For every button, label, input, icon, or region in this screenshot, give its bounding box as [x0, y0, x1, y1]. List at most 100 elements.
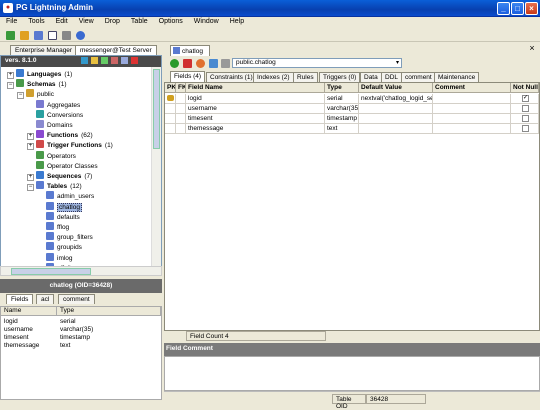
- object-selector[interactable]: public.chatlog ▾: [232, 58, 402, 68]
- tab-data[interactable]: Data: [360, 72, 382, 82]
- tree-item[interactable]: imlog: [37, 252, 73, 263]
- not-null-cell[interactable]: [511, 124, 539, 134]
- menu-window[interactable]: Window: [188, 17, 224, 25]
- minimize-button[interactable]: _: [497, 2, 510, 15]
- tab-constraints[interactable]: Constraints (1): [206, 72, 257, 82]
- pk-cell[interactable]: [165, 124, 176, 134]
- menu-file[interactable]: File: [0, 17, 22, 25]
- document-tab[interactable]: chatlog: [170, 45, 210, 56]
- tab-maintenance[interactable]: Maintenance: [434, 72, 480, 82]
- tree-item[interactable]: + Languages (1): [7, 69, 72, 79]
- close-button[interactable]: ×: [525, 2, 538, 15]
- not-null-checkbox[interactable]: [522, 125, 529, 132]
- tree-item[interactable]: + Trigger Functions (1): [27, 140, 113, 151]
- column-header-name[interactable]: Name: [1, 307, 57, 316]
- close-document-icon[interactable]: ×: [527, 44, 537, 54]
- chevron-down-icon[interactable]: ▾: [396, 59, 399, 67]
- not-null-checkbox[interactable]: [522, 105, 529, 112]
- tree-item[interactable]: Aggregates: [27, 99, 80, 110]
- field-name-cell[interactable]: logid: [186, 94, 325, 104]
- type-cell[interactable]: varchar(35): [325, 104, 359, 114]
- menu-view[interactable]: View: [73, 17, 99, 25]
- run-icon[interactable]: [170, 59, 179, 68]
- tree-item[interactable]: chatlog: [37, 201, 82, 212]
- field-name-cell[interactable]: themessage: [186, 124, 325, 134]
- menu-help[interactable]: Help: [224, 17, 249, 25]
- refresh-icon[interactable]: [81, 57, 88, 64]
- not-null-checkbox[interactable]: [522, 115, 529, 122]
- comment-cell[interactable]: [433, 114, 511, 124]
- tree-item[interactable]: − Tables (12): [27, 181, 82, 192]
- tree-item[interactable]: defaults: [37, 211, 80, 222]
- fk-cell[interactable]: [176, 104, 186, 114]
- tab-comment[interactable]: comment: [58, 294, 95, 304]
- comment-cell[interactable]: [433, 124, 511, 134]
- window-icon[interactable]: [48, 31, 57, 40]
- tab-ddl[interactable]: DDL: [381, 72, 403, 82]
- tree-item[interactable]: − public: [17, 89, 54, 100]
- tree-item[interactable]: + Sequences (7): [27, 171, 92, 181]
- tree-horizontal-scrollbar[interactable]: [0, 266, 162, 276]
- expand-toggle-icon[interactable]: −: [7, 82, 14, 90]
- default-value-cell[interactable]: nextval('chatlog_logid_se: [359, 94, 433, 104]
- tree-item[interactable]: admin_users: [37, 191, 94, 201]
- expand-toggle-icon[interactable]: +: [27, 133, 34, 141]
- field-name-cell[interactable]: username: [186, 104, 325, 114]
- connect-icon[interactable]: [6, 31, 15, 40]
- add-icon[interactable]: [101, 57, 108, 64]
- menu-tools[interactable]: Tools: [22, 17, 49, 25]
- print-icon[interactable]: [221, 59, 230, 68]
- menu-table[interactable]: Table: [125, 17, 153, 25]
- save-icon[interactable]: [209, 59, 218, 68]
- tree-item[interactable]: Domains: [27, 120, 73, 130]
- not-null-cell[interactable]: [511, 114, 539, 124]
- tab-comment[interactable]: comment: [401, 72, 436, 82]
- tab-rules[interactable]: Rules: [293, 72, 318, 82]
- column-header-default-value[interactable]: Default Value: [359, 83, 433, 93]
- comment-cell[interactable]: [433, 104, 511, 114]
- open-icon[interactable]: [20, 31, 29, 40]
- fk-cell[interactable]: [176, 114, 186, 124]
- properties-icon[interactable]: [121, 57, 128, 64]
- tab-enterprise-manager[interactable]: Enterprise Manager: [10, 45, 78, 55]
- not-null-cell[interactable]: [511, 104, 539, 114]
- column-header-comment[interactable]: Comment: [433, 83, 511, 93]
- delete-icon[interactable]: [131, 57, 138, 64]
- type-cell[interactable]: serial: [325, 94, 359, 104]
- pk-cell[interactable]: [165, 104, 176, 114]
- tree-vertical-scrollbar[interactable]: [151, 67, 161, 269]
- type-cell[interactable]: text: [325, 124, 359, 134]
- expand-toggle-icon[interactable]: −: [17, 92, 24, 100]
- tree-item[interactable]: groupids: [37, 242, 82, 252]
- tree-item[interactable]: − Schemas (1): [7, 79, 67, 90]
- type-cell[interactable]: timestamp: [325, 114, 359, 124]
- expand-toggle-icon[interactable]: +: [27, 174, 34, 181]
- tab-triggers[interactable]: Triggers (0): [319, 72, 361, 82]
- tab-fields[interactable]: Fields (4): [170, 71, 206, 82]
- tree-item[interactable]: + Functions (62): [27, 130, 93, 141]
- pk-cell[interactable]: [165, 94, 176, 104]
- default-value-cell[interactable]: [359, 124, 433, 134]
- field-name-cell[interactable]: timesent: [186, 114, 325, 124]
- scroll-thumb[interactable]: [153, 69, 160, 149]
- cancel-icon[interactable]: [196, 59, 205, 68]
- column-header-not-null[interactable]: Not Null: [511, 83, 539, 93]
- maximize-button[interactable]: □: [511, 2, 524, 15]
- tab-connection[interactable]: messenger@Test Server: [75, 45, 157, 55]
- column-header-fk[interactable]: FK: [176, 83, 186, 93]
- tree-item[interactable]: Operator Classes: [27, 160, 98, 171]
- stop-icon[interactable]: [183, 59, 192, 68]
- expand-toggle-icon[interactable]: −: [27, 184, 34, 192]
- expand-toggle-icon[interactable]: +: [7, 72, 14, 79]
- grid-icon[interactable]: [62, 31, 71, 40]
- tab-fields[interactable]: Fields: [6, 294, 34, 304]
- pk-cell[interactable]: [165, 114, 176, 124]
- column-header-type[interactable]: Type: [57, 307, 161, 316]
- tree-item[interactable]: Operators: [27, 150, 76, 161]
- fk-cell[interactable]: [176, 94, 186, 104]
- drop-icon[interactable]: [111, 57, 118, 64]
- menu-drop[interactable]: Drop: [99, 17, 125, 25]
- default-value-cell[interactable]: [359, 104, 433, 114]
- comment-cell[interactable]: [433, 94, 511, 104]
- default-value-cell[interactable]: [359, 114, 433, 124]
